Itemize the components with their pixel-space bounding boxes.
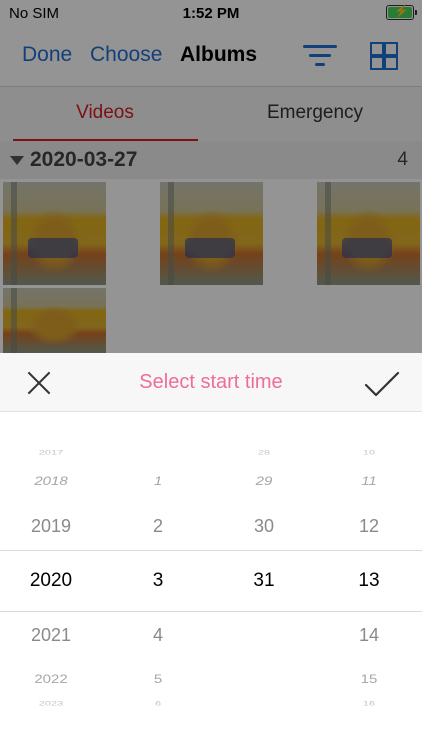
wheel-item: 6 (154, 700, 162, 708)
wheel-item: 2023 (38, 700, 64, 708)
wheel-item: 12 (358, 516, 380, 536)
wheel-item: 2017 (38, 449, 64, 457)
wheel-item: 14 (358, 625, 380, 645)
wheel-item: 16 (362, 700, 376, 708)
wheel-item: 10 (362, 449, 376, 457)
wheel-item: 11 (361, 474, 377, 489)
modal-dim-overlay[interactable] (0, 0, 422, 353)
wheel-item: 15 (360, 672, 378, 687)
date-wheels: 2017 2018 2019 2020 2021 2022 2023 1 2 3… (0, 411, 422, 750)
wheel-item-selected: 2020 (29, 570, 73, 591)
wheel-item-selected: 13 (358, 570, 380, 591)
wheel-item-selected: 3 (152, 570, 164, 591)
wheel-item: 2019 (30, 516, 72, 536)
hour-wheel[interactable]: 10 11 12 13 14 15 16 (324, 411, 414, 750)
time-picker-sheet: Select start time 2017 2018 2019 2020 20… (0, 353, 422, 750)
wheel-item: 5 (153, 672, 163, 687)
picker-title: Select start time (139, 371, 283, 393)
wheel-item: 30 (253, 516, 275, 536)
wheel-item: 28 (257, 449, 271, 457)
year-wheel[interactable]: 2017 2018 2019 2020 2021 2022 2023 (6, 411, 96, 750)
wheel-item: 4 (152, 625, 163, 645)
month-wheel[interactable]: 1 2 3 4 5 6 (113, 411, 203, 750)
wheel-item: 2021 (30, 625, 72, 645)
wheel-item: 2 (152, 516, 163, 536)
wheel-item: 1 (153, 474, 163, 489)
wheel-item-selected: 31 (253, 570, 275, 591)
wheel-item: 2022 (34, 672, 68, 687)
day-wheel[interactable]: 28 29 30 31 (219, 411, 309, 750)
checkmark-icon[interactable] (364, 369, 400, 399)
wheel-item: 2018 (34, 474, 68, 489)
wheel-item: 29 (255, 474, 273, 489)
picker-header: Select start time (0, 353, 422, 412)
